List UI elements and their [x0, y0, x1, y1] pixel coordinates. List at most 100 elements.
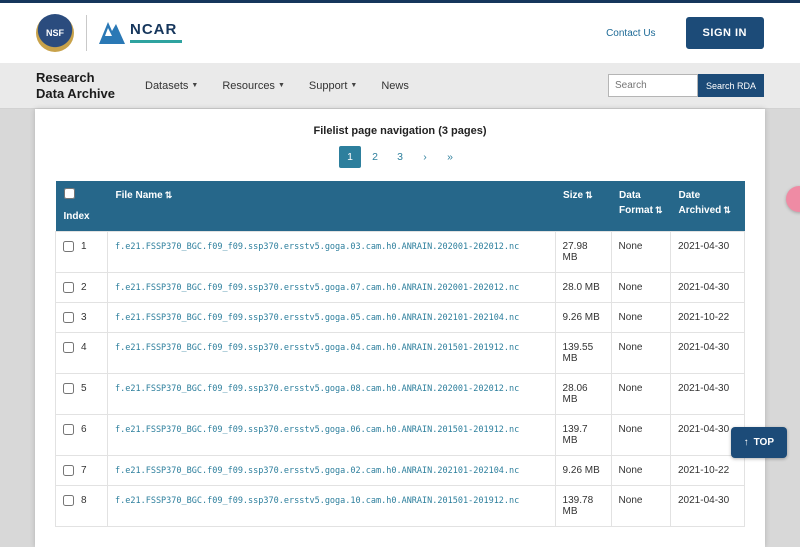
- date-archived: 2021-04-30: [671, 374, 745, 415]
- nav-item-datasets[interactable]: Datasets ▼: [145, 80, 198, 92]
- file-name-cell: f.e21.FSSP370_BGC.f09_f09.ssp370.ersstv5…: [108, 486, 556, 527]
- ncar-logo[interactable]: NCAR: [99, 22, 182, 44]
- file-link[interactable]: f.e21.FSSP370_BGC.f09_f09.ssp370.ersstv5…: [115, 466, 519, 476]
- file-name-cell: f.e21.FSSP370_BGC.f09_f09.ssp370.ersstv5…: [108, 273, 556, 303]
- nav-item-label: Datasets: [145, 80, 188, 92]
- filelist-tbody: 1 f.e21.FSSP370_BGC.f09_f09.ssp370.ersstv…: [56, 232, 745, 527]
- row-index: 6: [81, 424, 87, 435]
- row-checkbox[interactable]: [63, 495, 74, 506]
- row-index: 7: [81, 465, 87, 476]
- file-size: 139.78 MB: [555, 486, 611, 527]
- brand-title: Research Data Archive: [36, 70, 115, 101]
- search-input[interactable]: [608, 74, 698, 97]
- pagination: 1 2 3 › »: [55, 146, 745, 168]
- chevron-down-icon: ▼: [278, 82, 285, 89]
- row-checkbox[interactable]: [63, 424, 74, 435]
- table-row: 8 f.e21.FSSP370_BGC.f09_f09.ssp370.ersstv…: [56, 486, 745, 527]
- file-size: 9.26 MB: [555, 456, 611, 486]
- nav-item-news[interactable]: News: [381, 80, 409, 92]
- row-index: 4: [81, 342, 87, 353]
- back-to-top-button[interactable]: ↑ TOP: [731, 427, 787, 458]
- row-index: 5: [81, 383, 87, 394]
- date-archived: 2021-04-30: [671, 333, 745, 374]
- file-link[interactable]: f.e21.FSSP370_BGC.f09_f09.ssp370.ersstv5…: [115, 425, 519, 435]
- table-row: 3 f.e21.FSSP370_BGC.f09_f09.ssp370.ersstv…: [56, 303, 745, 333]
- brand-line2: Data Archive: [36, 86, 115, 102]
- row-checkbox[interactable]: [63, 282, 74, 293]
- header-date-archived[interactable]: Date Archived⇅: [671, 181, 745, 232]
- data-format: None: [611, 273, 670, 303]
- nsf-logo[interactable]: NSF: [36, 14, 74, 52]
- data-format: None: [611, 486, 670, 527]
- nav-item-resources[interactable]: Resources ▼: [222, 80, 285, 92]
- sign-in-button[interactable]: SIGN IN: [686, 17, 764, 49]
- file-size: 28.0 MB: [555, 273, 611, 303]
- index-cell: 7: [56, 456, 108, 486]
- sort-icon: ⇅: [585, 190, 593, 200]
- search-rda-button[interactable]: Search RDA: [698, 74, 764, 97]
- file-size: 139.7 MB: [555, 415, 611, 456]
- file-link[interactable]: f.e21.FSSP370_BGC.f09_f09.ssp370.ersstv5…: [115, 313, 519, 323]
- header-file-name[interactable]: File Name⇅: [108, 181, 556, 232]
- nav-item-label: News: [381, 80, 409, 92]
- filelist-table: Index File Name⇅ Size⇅ Data Format⇅ Date…: [55, 181, 745, 527]
- file-link[interactable]: f.e21.FSSP370_BGC.f09_f09.ssp370.ersstv5…: [115, 384, 519, 394]
- page-button-1[interactable]: 1: [339, 146, 361, 168]
- top-header: NSF NCAR Contact Us SIGN IN: [0, 0, 800, 63]
- row-index: 3: [81, 312, 87, 323]
- main-navbar: Research Data Archive Datasets ▼ Resourc…: [0, 63, 800, 109]
- header-size[interactable]: Size⇅: [555, 181, 611, 232]
- header-size-label: Size: [563, 190, 583, 201]
- table-row: 2 f.e21.FSSP370_BGC.f09_f09.ssp370.ersstv…: [56, 273, 745, 303]
- sort-icon: ⇅: [165, 190, 173, 200]
- table-row: 6 f.e21.FSSP370_BGC.f09_f09.ssp370.ersstv…: [56, 415, 745, 456]
- header-date-archived-label: Date Archived: [679, 190, 722, 216]
- row-checkbox[interactable]: [63, 383, 74, 394]
- file-link[interactable]: f.e21.FSSP370_BGC.f09_f09.ssp370.ersstv5…: [115, 496, 519, 506]
- index-cell: 5: [56, 374, 108, 415]
- row-checkbox[interactable]: [63, 342, 74, 353]
- file-size: 9.26 MB: [555, 303, 611, 333]
- file-name-cell: f.e21.FSSP370_BGC.f09_f09.ssp370.ersstv5…: [108, 415, 556, 456]
- index-cell: 3: [56, 303, 108, 333]
- nav-item-label: Resources: [222, 80, 275, 92]
- header-file-name-label: File Name: [116, 190, 163, 201]
- file-link[interactable]: f.e21.FSSP370_BGC.f09_f09.ssp370.ersstv5…: [115, 343, 519, 353]
- page-button-2[interactable]: 2: [364, 146, 386, 168]
- nsf-logo-text: NSF: [46, 28, 64, 38]
- date-archived: 2021-04-30: [671, 232, 745, 273]
- file-name-cell: f.e21.FSSP370_BGC.f09_f09.ssp370.ersstv5…: [108, 374, 556, 415]
- table-row: 4 f.e21.FSSP370_BGC.f09_f09.ssp370.ersstv…: [56, 333, 745, 374]
- logo-divider: [86, 15, 87, 51]
- page-last-button[interactable]: »: [439, 146, 461, 168]
- ncar-logo-text: NCAR: [130, 22, 182, 37]
- file-name-cell: f.e21.FSSP370_BGC.f09_f09.ssp370.ersstv5…: [108, 232, 556, 273]
- chevron-down-icon: ▼: [350, 82, 357, 89]
- ncar-tagline: [130, 40, 182, 43]
- nav-item-support[interactable]: Support ▼: [309, 80, 357, 92]
- header-data-format[interactable]: Data Format⇅: [611, 181, 670, 232]
- row-checkbox[interactable]: [63, 465, 74, 476]
- content-area: Filelist page navigation (3 pages) 1 2 3…: [0, 109, 800, 463]
- file-size: 139.55 MB: [555, 333, 611, 374]
- file-link[interactable]: f.e21.FSSP370_BGC.f09_f09.ssp370.ersstv5…: [115, 242, 519, 252]
- page-button-3[interactable]: 3: [389, 146, 411, 168]
- data-format: None: [611, 456, 670, 486]
- select-all-checkbox[interactable]: [64, 188, 75, 199]
- table-row: 1 f.e21.FSSP370_BGC.f09_f09.ssp370.ersstv…: [56, 232, 745, 273]
- file-link[interactable]: f.e21.FSSP370_BGC.f09_f09.ssp370.ersstv5…: [115, 283, 519, 293]
- date-archived: 2021-04-30: [671, 273, 745, 303]
- file-name-cell: f.e21.FSSP370_BGC.f09_f09.ssp370.ersstv5…: [108, 303, 556, 333]
- row-index: 8: [81, 495, 87, 506]
- row-checkbox[interactable]: [63, 241, 74, 252]
- row-checkbox[interactable]: [63, 312, 74, 323]
- index-cell: 1: [56, 232, 108, 273]
- data-format: None: [611, 333, 670, 374]
- index-cell: 4: [56, 333, 108, 374]
- up-arrow-icon: ↑: [744, 437, 749, 448]
- page-next-button[interactable]: ›: [414, 146, 436, 168]
- row-index: 2: [81, 282, 87, 293]
- table-row: 7 f.e21.FSSP370_BGC.f09_f09.ssp370.ersstv…: [56, 456, 745, 486]
- contact-us-link[interactable]: Contact Us: [606, 28, 655, 39]
- header-index[interactable]: Index: [56, 181, 108, 232]
